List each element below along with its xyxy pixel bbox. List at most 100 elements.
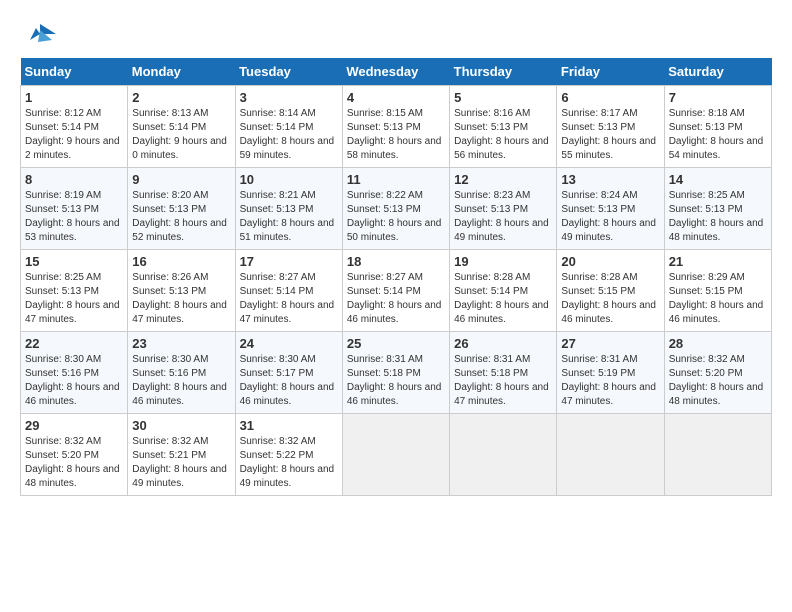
day-number: 6 [561,90,659,105]
calendar-cell: 30 Sunrise: 8:32 AMSunset: 5:21 PMDaylig… [128,414,235,496]
day-number: 29 [25,418,123,433]
calendar-cell [557,414,664,496]
calendar-cell: 6 Sunrise: 8:17 AMSunset: 5:13 PMDayligh… [557,86,664,168]
weekday-header-row: SundayMondayTuesdayWednesdayThursdayFrid… [21,58,772,86]
weekday-header-monday: Monday [128,58,235,86]
cell-info: Sunrise: 8:19 AMSunset: 5:13 PMDaylight:… [25,190,120,243]
cell-info: Sunrise: 8:28 AMSunset: 5:14 PMDaylight:… [454,272,549,325]
page-header [20,20,772,48]
cell-info: Sunrise: 8:31 AMSunset: 5:18 PMDaylight:… [347,354,442,407]
calendar-cell: 4 Sunrise: 8:15 AMSunset: 5:13 PMDayligh… [342,86,449,168]
day-number: 30 [132,418,230,433]
cell-info: Sunrise: 8:24 AMSunset: 5:13 PMDaylight:… [561,190,656,243]
day-number: 3 [240,90,338,105]
calendar-cell [450,414,557,496]
cell-info: Sunrise: 8:25 AMSunset: 5:13 PMDaylight:… [25,272,120,325]
calendar-cell: 10 Sunrise: 8:21 AMSunset: 5:13 PMDaylig… [235,168,342,250]
cell-info: Sunrise: 8:32 AMSunset: 5:22 PMDaylight:… [240,436,335,489]
weekday-header-sunday: Sunday [21,58,128,86]
calendar-cell: 24 Sunrise: 8:30 AMSunset: 5:17 PMDaylig… [235,332,342,414]
day-number: 7 [669,90,767,105]
day-number: 17 [240,254,338,269]
calendar-week-1: 1 Sunrise: 8:12 AMSunset: 5:14 PMDayligh… [21,86,772,168]
calendar-cell: 13 Sunrise: 8:24 AMSunset: 5:13 PMDaylig… [557,168,664,250]
calendar-cell: 2 Sunrise: 8:13 AMSunset: 5:14 PMDayligh… [128,86,235,168]
cell-info: Sunrise: 8:21 AMSunset: 5:13 PMDaylight:… [240,190,335,243]
calendar-week-4: 22 Sunrise: 8:30 AMSunset: 5:16 PMDaylig… [21,332,772,414]
cell-info: Sunrise: 8:27 AMSunset: 5:14 PMDaylight:… [240,272,335,325]
day-number: 22 [25,336,123,351]
day-number: 13 [561,172,659,187]
day-number: 21 [669,254,767,269]
weekday-header-wednesday: Wednesday [342,58,449,86]
cell-info: Sunrise: 8:31 AMSunset: 5:19 PMDaylight:… [561,354,656,407]
calendar-cell: 15 Sunrise: 8:25 AMSunset: 5:13 PMDaylig… [21,250,128,332]
calendar-table: SundayMondayTuesdayWednesdayThursdayFrid… [20,58,772,496]
day-number: 14 [669,172,767,187]
day-number: 24 [240,336,338,351]
calendar-cell: 22 Sunrise: 8:30 AMSunset: 5:16 PMDaylig… [21,332,128,414]
day-number: 26 [454,336,552,351]
day-number: 19 [454,254,552,269]
calendar-cell: 7 Sunrise: 8:18 AMSunset: 5:13 PMDayligh… [664,86,771,168]
weekday-header-thursday: Thursday [450,58,557,86]
calendar-cell: 20 Sunrise: 8:28 AMSunset: 5:15 PMDaylig… [557,250,664,332]
cell-info: Sunrise: 8:12 AMSunset: 5:14 PMDaylight:… [25,108,120,161]
day-number: 31 [240,418,338,433]
cell-info: Sunrise: 8:22 AMSunset: 5:13 PMDaylight:… [347,190,442,243]
cell-info: Sunrise: 8:28 AMSunset: 5:15 PMDaylight:… [561,272,656,325]
calendar-cell: 31 Sunrise: 8:32 AMSunset: 5:22 PMDaylig… [235,414,342,496]
calendar-cell: 29 Sunrise: 8:32 AMSunset: 5:20 PMDaylig… [21,414,128,496]
calendar-cell: 21 Sunrise: 8:29 AMSunset: 5:15 PMDaylig… [664,250,771,332]
calendar-cell: 1 Sunrise: 8:12 AMSunset: 5:14 PMDayligh… [21,86,128,168]
calendar-week-5: 29 Sunrise: 8:32 AMSunset: 5:20 PMDaylig… [21,414,772,496]
day-number: 18 [347,254,445,269]
day-number: 8 [25,172,123,187]
calendar-week-3: 15 Sunrise: 8:25 AMSunset: 5:13 PMDaylig… [21,250,772,332]
cell-info: Sunrise: 8:27 AMSunset: 5:14 PMDaylight:… [347,272,442,325]
day-number: 23 [132,336,230,351]
calendar-cell: 23 Sunrise: 8:30 AMSunset: 5:16 PMDaylig… [128,332,235,414]
cell-info: Sunrise: 8:32 AMSunset: 5:20 PMDaylight:… [669,354,764,407]
day-number: 15 [25,254,123,269]
calendar-cell [664,414,771,496]
cell-info: Sunrise: 8:20 AMSunset: 5:13 PMDaylight:… [132,190,227,243]
cell-info: Sunrise: 8:31 AMSunset: 5:18 PMDaylight:… [454,354,549,407]
weekday-header-saturday: Saturday [664,58,771,86]
calendar-cell: 16 Sunrise: 8:26 AMSunset: 5:13 PMDaylig… [128,250,235,332]
cell-info: Sunrise: 8:17 AMSunset: 5:13 PMDaylight:… [561,108,656,161]
calendar-cell: 18 Sunrise: 8:27 AMSunset: 5:14 PMDaylig… [342,250,449,332]
cell-info: Sunrise: 8:25 AMSunset: 5:13 PMDaylight:… [669,190,764,243]
day-number: 27 [561,336,659,351]
cell-info: Sunrise: 8:23 AMSunset: 5:13 PMDaylight:… [454,190,549,243]
cell-info: Sunrise: 8:14 AMSunset: 5:14 PMDaylight:… [240,108,335,161]
day-number: 4 [347,90,445,105]
day-number: 1 [25,90,123,105]
calendar-cell: 19 Sunrise: 8:28 AMSunset: 5:14 PMDaylig… [450,250,557,332]
cell-info: Sunrise: 8:29 AMSunset: 5:15 PMDaylight:… [669,272,764,325]
calendar-cell: 8 Sunrise: 8:19 AMSunset: 5:13 PMDayligh… [21,168,128,250]
calendar-cell [342,414,449,496]
day-number: 11 [347,172,445,187]
day-number: 25 [347,336,445,351]
day-number: 28 [669,336,767,351]
cell-info: Sunrise: 8:26 AMSunset: 5:13 PMDaylight:… [132,272,227,325]
cell-info: Sunrise: 8:32 AMSunset: 5:20 PMDaylight:… [25,436,120,489]
cell-info: Sunrise: 8:13 AMSunset: 5:14 PMDaylight:… [132,108,227,161]
calendar-cell: 26 Sunrise: 8:31 AMSunset: 5:18 PMDaylig… [450,332,557,414]
weekday-header-tuesday: Tuesday [235,58,342,86]
day-number: 20 [561,254,659,269]
calendar-cell: 17 Sunrise: 8:27 AMSunset: 5:14 PMDaylig… [235,250,342,332]
calendar-cell: 27 Sunrise: 8:31 AMSunset: 5:19 PMDaylig… [557,332,664,414]
cell-info: Sunrise: 8:32 AMSunset: 5:21 PMDaylight:… [132,436,227,489]
day-number: 5 [454,90,552,105]
cell-info: Sunrise: 8:30 AMSunset: 5:17 PMDaylight:… [240,354,335,407]
calendar-cell: 12 Sunrise: 8:23 AMSunset: 5:13 PMDaylig… [450,168,557,250]
calendar-cell: 3 Sunrise: 8:14 AMSunset: 5:14 PMDayligh… [235,86,342,168]
calendar-cell: 28 Sunrise: 8:32 AMSunset: 5:20 PMDaylig… [664,332,771,414]
day-number: 12 [454,172,552,187]
logo [20,20,60,48]
day-number: 10 [240,172,338,187]
cell-info: Sunrise: 8:30 AMSunset: 5:16 PMDaylight:… [132,354,227,407]
logo-bird-icon [20,20,56,48]
